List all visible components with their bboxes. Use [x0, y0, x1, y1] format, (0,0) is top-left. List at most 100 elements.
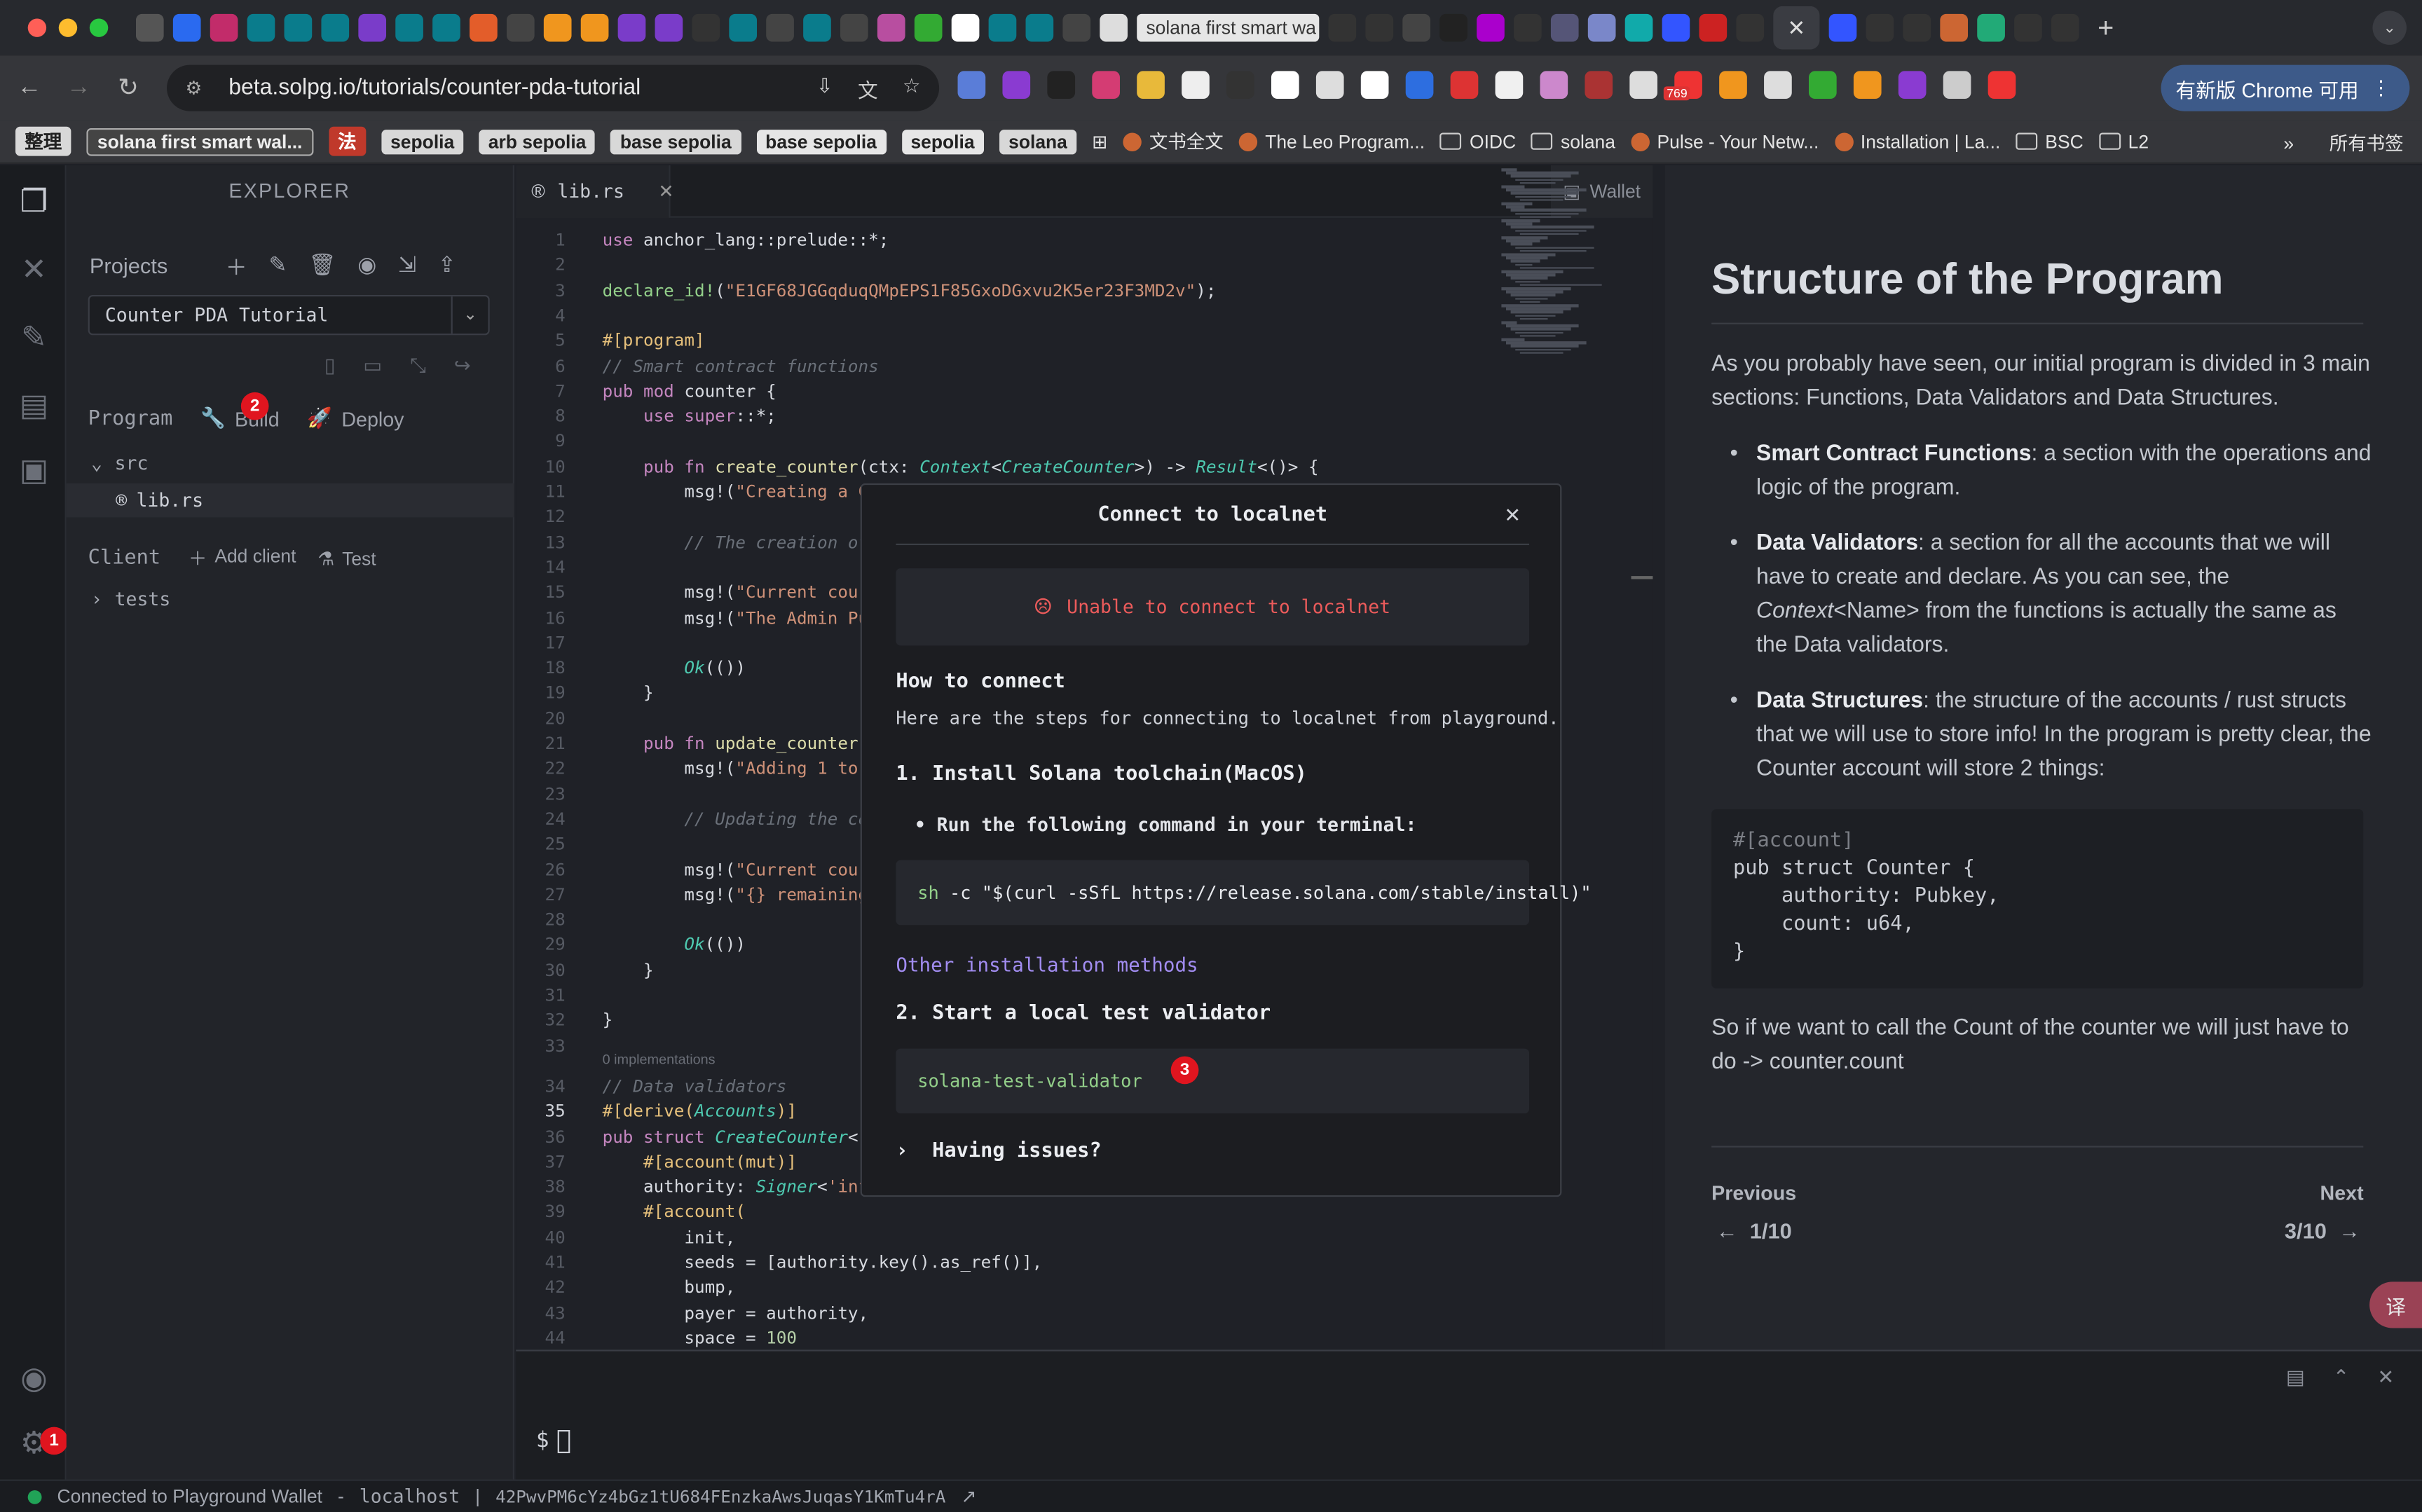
- extension-icon[interactable]: [957, 71, 986, 99]
- tab-favicon-icon[interactable]: [1100, 13, 1128, 42]
- tab-favicon-icon[interactable]: [1940, 13, 1969, 42]
- deploy-button[interactable]: 🚀 Deploy: [307, 406, 404, 431]
- folder-tests[interactable]: › tests: [67, 582, 514, 616]
- bookmark-item[interactable]: base sepolia: [610, 129, 741, 154]
- extension-icon[interactable]: [1629, 71, 1657, 99]
- code-line[interactable]: init,: [603, 1228, 735, 1248]
- tab-favicon-icon[interactable]: [247, 13, 275, 42]
- install-app-icon[interactable]: ⇩: [816, 74, 833, 104]
- tab-favicon-icon[interactable]: [2014, 13, 2042, 42]
- tab-favicon-icon[interactable]: [1439, 13, 1467, 42]
- maximize-terminal-icon[interactable]: ⌃: [2333, 1365, 2350, 1389]
- tab-favicon-icon[interactable]: [135, 13, 164, 42]
- bookmark-item[interactable]: 文书全文: [1123, 128, 1224, 154]
- code-line[interactable]: // Updating the co: [603, 809, 868, 830]
- tab-favicon-icon[interactable]: [284, 13, 313, 42]
- extension-icon[interactable]: [1092, 71, 1120, 99]
- bookmark-item[interactable]: Pulse - Your Netw...: [1631, 130, 1819, 152]
- site-info-icon[interactable]: ⚙: [185, 77, 213, 99]
- code-line[interactable]: space = 100: [603, 1328, 797, 1348]
- close-tab-icon[interactable]: ✕: [658, 181, 673, 202]
- bookmark-item[interactable]: 整理: [15, 126, 71, 156]
- tab-favicon-icon[interactable]: [617, 13, 646, 42]
- bookmark-item[interactable]: solana first smart wal...: [86, 127, 313, 156]
- bookmark-item[interactable]: sepolia: [381, 129, 464, 154]
- extension-icon[interactable]: [1540, 71, 1568, 99]
- new-file-icon[interactable]: ▯: [324, 354, 336, 378]
- forward-arrow-icon[interactable]: →: [59, 74, 99, 102]
- tab-favicon-icon[interactable]: [840, 13, 868, 42]
- bookmark-item[interactable]: 法: [328, 126, 366, 156]
- tab-favicon-icon[interactable]: [1866, 13, 1894, 42]
- reload-icon[interactable]: ↻: [108, 73, 148, 104]
- code-line[interactable]: pub mod counter {: [603, 381, 776, 401]
- code-line[interactable]: msg!("Current cour: [603, 860, 868, 880]
- tab-favicon-icon[interactable]: [210, 13, 238, 42]
- code-line[interactable]: payer = authority,: [603, 1303, 868, 1323]
- bookmark-item[interactable]: sepolia: [901, 129, 984, 154]
- extension-icon[interactable]: [1315, 71, 1344, 99]
- tab-favicon-icon[interactable]: [1828, 13, 1857, 42]
- code-line[interactable]: }: [603, 1010, 613, 1031]
- code-line[interactable]: Ok(()): [603, 658, 746, 678]
- address-bar[interactable]: ⚙ beta.solpg.io/tutorials/counter-pda-tu…: [167, 64, 940, 111]
- minimize-window-button[interactable]: [58, 18, 78, 37]
- tab-favicon-icon[interactable]: [432, 13, 460, 42]
- extension-icon[interactable]: [1047, 71, 1076, 99]
- extension-icon[interactable]: [1853, 71, 1882, 99]
- tab-favicon-icon[interactable]: [1662, 13, 1690, 42]
- wallet-status[interactable]: Connected to Playground Wallet: [57, 1485, 322, 1507]
- share-icon[interactable]: ↪: [454, 354, 471, 378]
- tab-title-solana[interactable]: solana first smart wa: [1137, 13, 1320, 42]
- tab-favicon-icon[interactable]: [470, 13, 498, 42]
- chrome-update-button[interactable]: 有新版 Chrome 可用 ⋮: [2160, 64, 2410, 111]
- code-line[interactable]: authority: Signer<'info: [603, 1177, 879, 1197]
- close-window-button[interactable]: [27, 18, 47, 37]
- tab-favicon-icon[interactable]: [395, 13, 423, 42]
- bookmark-item[interactable]: L2: [2098, 130, 2149, 152]
- code-line[interactable]: #[account(: [603, 1202, 746, 1223]
- new-folder-icon[interactable]: ▭: [363, 354, 382, 378]
- translate-page-icon[interactable]: 文: [858, 74, 878, 104]
- network-status[interactable]: localhost: [360, 1485, 460, 1507]
- tab-favicon-icon[interactable]: [580, 13, 609, 42]
- code-line[interactable]: #[account(mut)]: [603, 1152, 797, 1172]
- having-issues-toggle[interactable]: › Having issues?: [896, 1140, 1101, 1163]
- bookmark-item[interactable]: The Leo Program...: [1238, 130, 1425, 152]
- extension-icon[interactable]: [1585, 71, 1613, 99]
- more-bookmarks-icon[interactable]: »: [2283, 132, 2294, 153]
- active-tab-close-icon[interactable]: ✕: [1773, 6, 1820, 50]
- project-select[interactable]: Counter PDA Tutorial ⌄: [88, 294, 490, 336]
- maximize-window-button[interactable]: [89, 18, 109, 37]
- tab-favicon-icon[interactable]: [1328, 13, 1357, 42]
- extension-icon[interactable]: [1226, 71, 1254, 99]
- tab-favicon-icon[interactable]: [1402, 13, 1430, 42]
- wallet-address[interactable]: 42PwvPM6cYz4bGz1tU684FEnzkaAwsJuqasY1KmT…: [495, 1486, 945, 1506]
- bookmark-item[interactable]: solana: [999, 129, 1077, 154]
- tab-favicon-icon[interactable]: [543, 13, 572, 42]
- terminal-prompt[interactable]: $: [536, 1429, 571, 1453]
- tab-favicon-icon[interactable]: [1903, 13, 1931, 42]
- other-methods-link[interactable]: Other installation methods: [896, 953, 1198, 976]
- extension-icon[interactable]: [1271, 71, 1299, 99]
- code-line[interactable]: }: [603, 960, 654, 980]
- tutorials-icon[interactable]: ▤: [15, 387, 53, 425]
- code-line[interactable]: Ok(()): [603, 935, 746, 955]
- tab-favicon-icon[interactable]: [766, 13, 794, 42]
- rename-project-icon[interactable]: ✎: [269, 252, 287, 282]
- back-arrow-icon[interactable]: ←: [9, 74, 49, 102]
- translate-float-button[interactable]: 译: [2369, 1281, 2422, 1328]
- bookmark-item[interactable]: OIDC: [1440, 130, 1516, 152]
- extension-icon[interactable]: [1450, 71, 1479, 99]
- programs-icon[interactable]: ▣: [15, 453, 53, 490]
- apps-grid-icon[interactable]: ⊞: [1092, 130, 1107, 152]
- test-button[interactable]: ⚗ Test: [317, 547, 376, 569]
- code-line[interactable]: // The creation of: [603, 532, 868, 553]
- code-line[interactable]: msg!("{} remaining: [603, 885, 868, 905]
- all-bookmarks[interactable]: 所有书签: [2322, 130, 2404, 156]
- tab-favicon-icon[interactable]: [1587, 13, 1616, 42]
- new-project-icon[interactable]: ＋: [226, 252, 247, 282]
- code-line[interactable]: msg!("Adding 1 to: [603, 759, 858, 779]
- code-line[interactable]: #[derive(Accounts)]: [603, 1101, 797, 1122]
- close-terminal-icon[interactable]: ✕: [2377, 1365, 2394, 1389]
